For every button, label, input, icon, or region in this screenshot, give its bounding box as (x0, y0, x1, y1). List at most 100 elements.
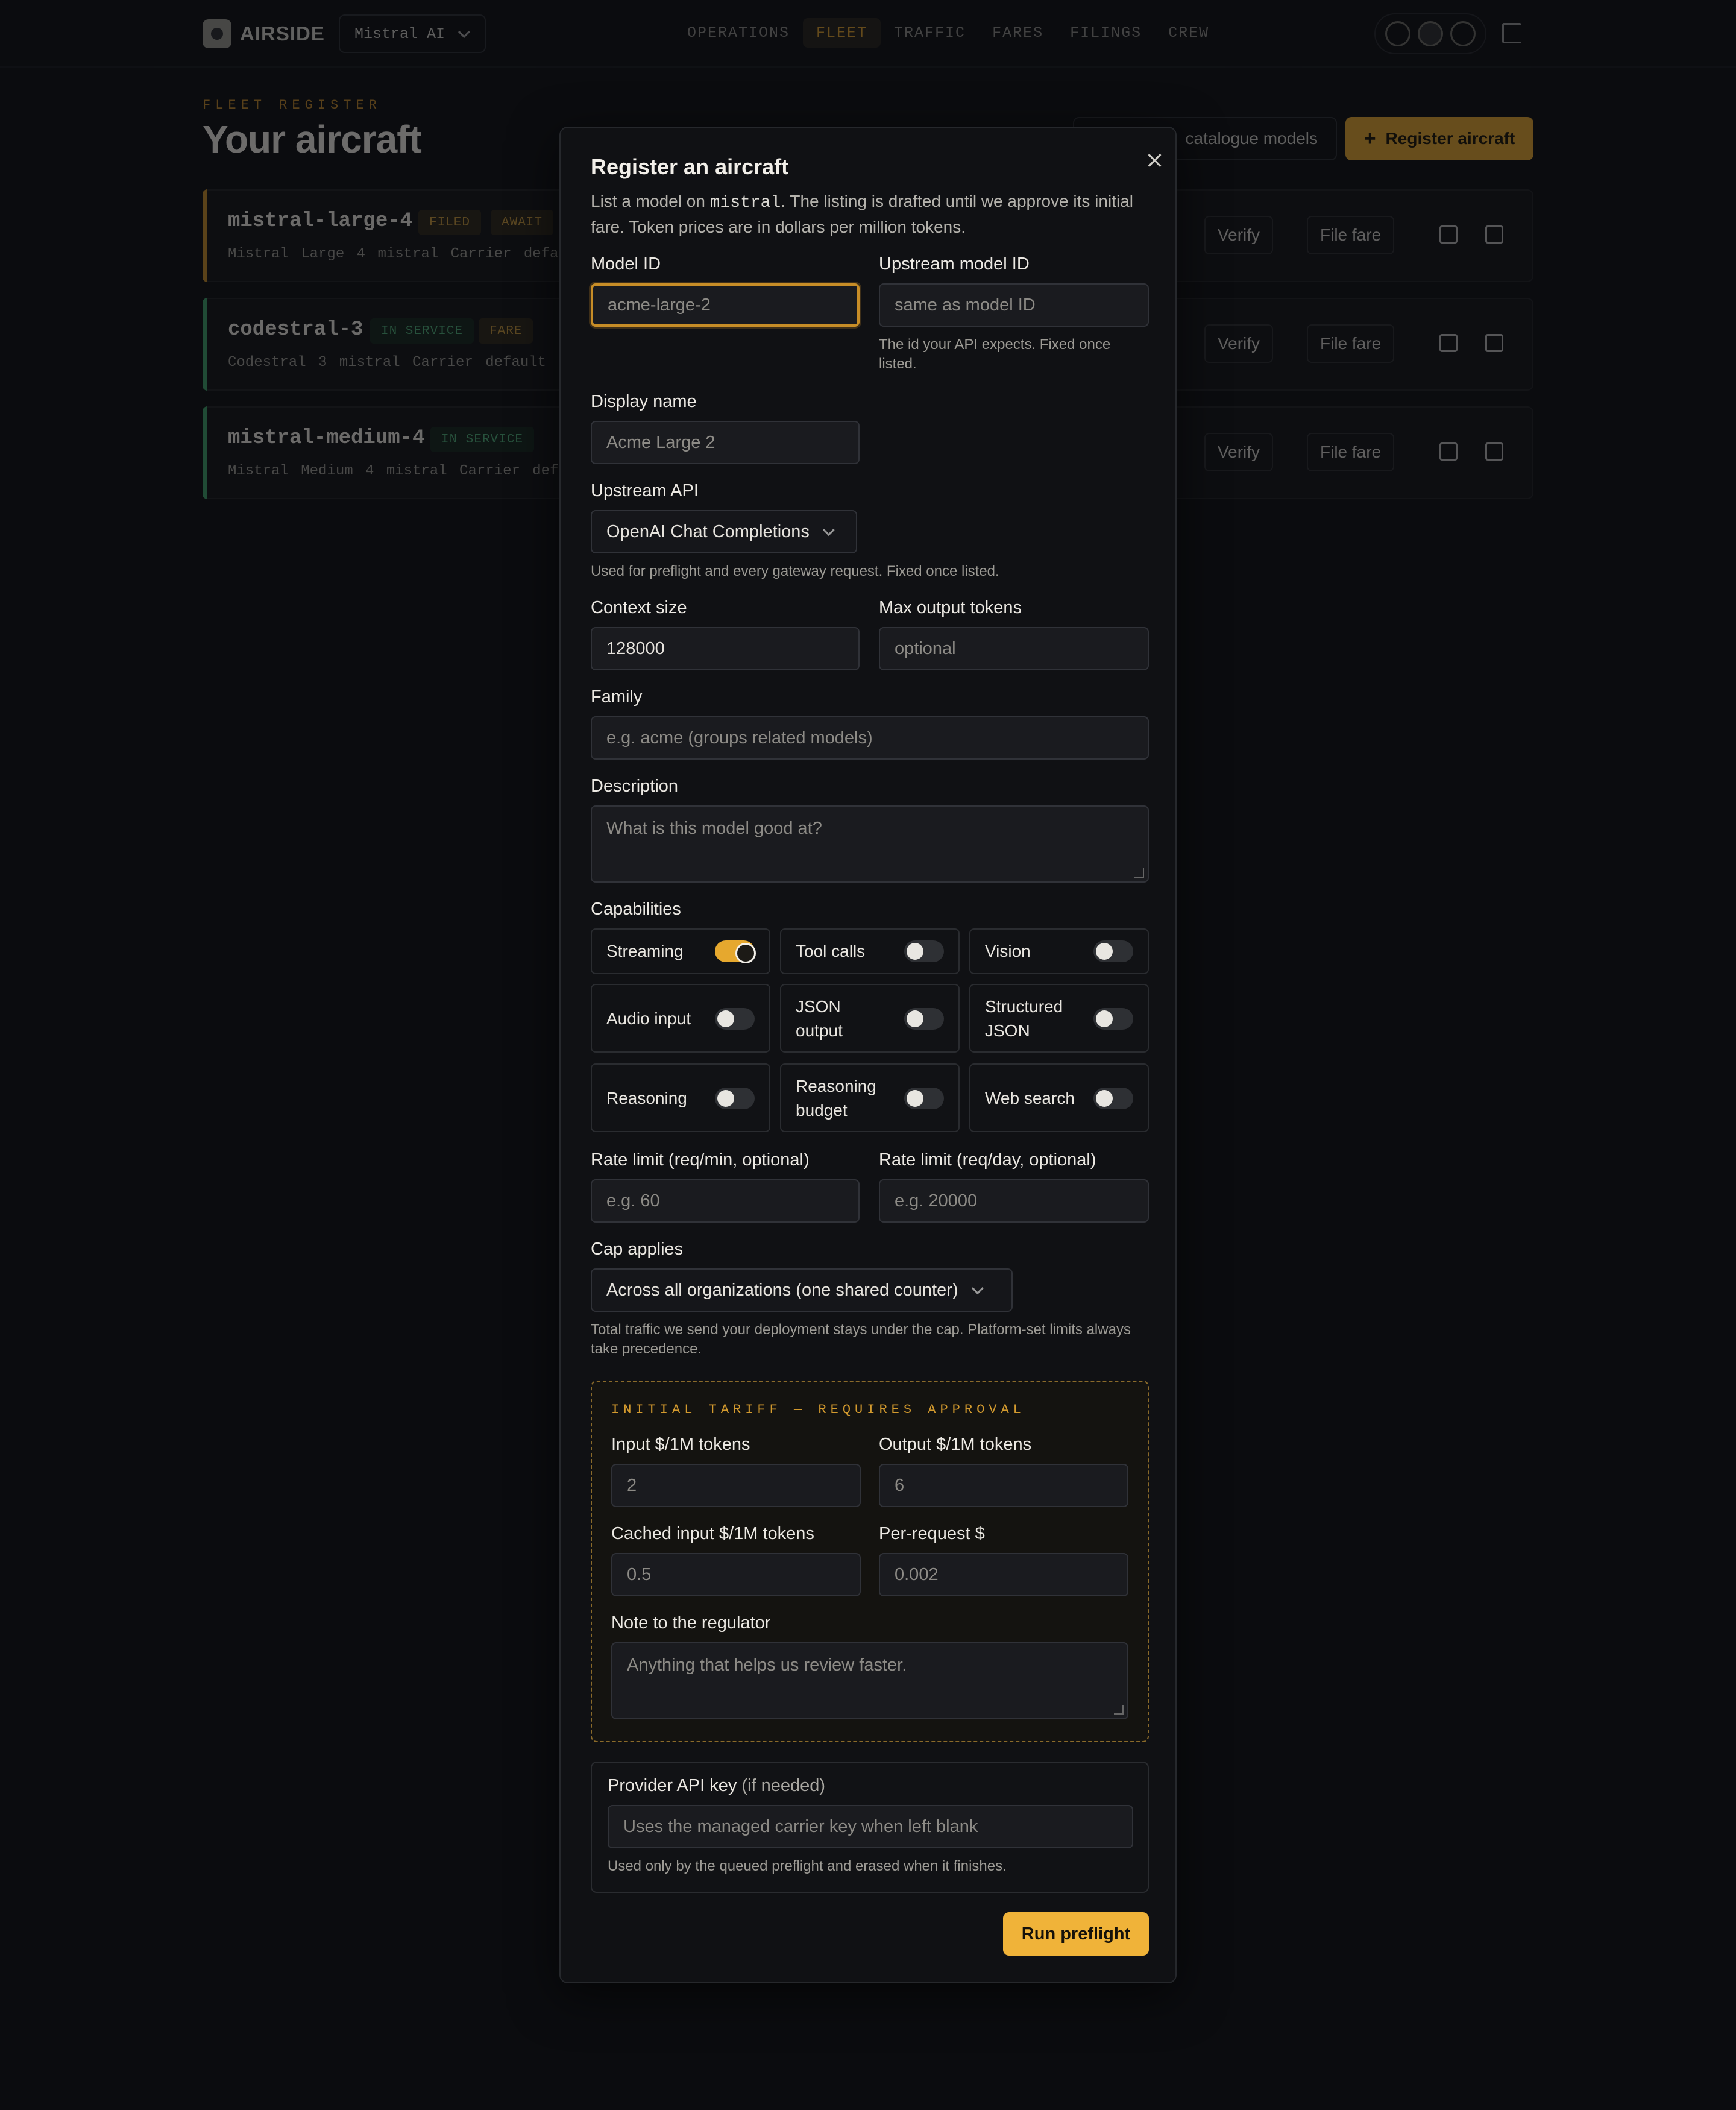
rate-limit-day-label: Rate limit (req/day, optional) (879, 1150, 1096, 1170)
nav-fares[interactable]: FARES (979, 18, 1057, 48)
capability-label: Reasoning (606, 1089, 687, 1107)
app-name: AIRSIDE (240, 22, 325, 45)
max-output-tokens-label: Max output tokens (879, 598, 1022, 617)
capabilities-label: Capabilities (591, 899, 681, 919)
capability-label: Structured JSON (985, 997, 1063, 1040)
model-id-label: Model ID (591, 254, 661, 274)
rate-limit-min-input[interactable]: e.g. 60 (591, 1179, 860, 1223)
input-price-label: Input $/1M tokens (611, 1435, 750, 1454)
family-label: Family (591, 687, 643, 707)
capability-structured-json: Structured JSON (969, 984, 1149, 1053)
structured-json-toggle[interactable] (1093, 1008, 1133, 1030)
web-search-toggle[interactable] (1093, 1088, 1133, 1109)
json-output-toggle[interactable] (904, 1008, 944, 1030)
initial-tariff-section: INITIAL TARIFF — REQUIRES APPROVAL Input… (591, 1381, 1149, 1742)
upstream-api-select[interactable]: OpenAI Chat Completions (591, 510, 857, 553)
sun-icon[interactable] (1385, 21, 1410, 46)
status-badge: IN SERVICE (370, 318, 474, 344)
reasoning-toggle[interactable] (715, 1088, 755, 1109)
logo-icon (203, 19, 231, 48)
display-name-label: Display name (591, 392, 697, 411)
provider-api-key-section: Provider API key (if needed) Uses the man… (591, 1762, 1149, 1893)
logout-icon[interactable] (1502, 23, 1521, 43)
chevron-down-icon (971, 1282, 984, 1295)
logo[interactable]: AIRSIDE (203, 19, 325, 48)
cap-applies-select[interactable]: Across all organizations (one shared cou… (591, 1268, 1013, 1312)
capability-web-search: Web search (969, 1063, 1149, 1132)
tool-calls-toggle[interactable] (904, 940, 944, 962)
capability-label: Streaming (606, 942, 684, 960)
capability-audio-input: Audio input (591, 984, 770, 1053)
description-textarea[interactable]: What is this model good at? (591, 805, 1149, 883)
per-request-price-input[interactable]: 0.002 (879, 1553, 1128, 1596)
cached-input-price-input[interactable]: 0.5 (611, 1553, 861, 1596)
provider-api-key-input[interactable]: Uses the managed carrier key when left b… (608, 1805, 1133, 1848)
pencil-icon[interactable] (1439, 334, 1458, 352)
trash-icon[interactable] (1485, 225, 1503, 244)
per-request-price-label: Per-request $ (879, 1524, 985, 1543)
trash-icon[interactable] (1485, 334, 1503, 352)
display-name-input[interactable]: Acme Large 2 (591, 421, 860, 464)
cap-applies-help: Total traffic we send your deployment st… (591, 1321, 1131, 1357)
capability-tool-calls: Tool calls (780, 928, 960, 974)
aircraft-name: mistral-large-4 (228, 210, 413, 233)
streaming-toggle[interactable] (715, 940, 756, 963)
context-size-label: Context size (591, 598, 687, 617)
tariff-eyebrow: INITIAL TARIFF — REQUIRES APPROVAL (611, 1402, 1025, 1417)
theme-switcher (1374, 13, 1486, 54)
capability-label: Audio input (606, 1009, 691, 1028)
verify-button[interactable]: Verify (1204, 433, 1274, 471)
moon-icon[interactable] (1418, 21, 1443, 46)
context-size-input[interactable]: 128000 (591, 627, 860, 670)
family-input[interactable]: e.g. acme (groups related models) (591, 716, 1149, 760)
status-badge: IN SERVICE (430, 427, 535, 452)
plus-icon: + (1363, 127, 1376, 150)
register-aircraft-button[interactable]: + Register aircraft (1345, 117, 1533, 160)
nav-traffic[interactable]: TRAFFIC (881, 18, 979, 48)
close-icon[interactable] (1144, 150, 1166, 171)
nav-filings[interactable]: FILINGS (1057, 18, 1155, 48)
cached-input-price-label: Cached input $/1M tokens (611, 1524, 814, 1543)
upstream-model-id-input[interactable]: same as model ID (879, 283, 1149, 327)
description-label: Description (591, 776, 679, 796)
verify-button[interactable]: Verify (1204, 216, 1274, 254)
model-id-input[interactable]: acme-large-2 (591, 283, 860, 327)
aircraft-name: codestral-3 (228, 318, 363, 341)
capability-label: Reasoning budget (796, 1077, 876, 1120)
vision-toggle[interactable] (1093, 940, 1133, 962)
monitor-icon[interactable] (1450, 21, 1476, 46)
status-bar (203, 189, 207, 282)
regulator-note-textarea[interactable]: Anything that helps us review faster. (611, 1642, 1128, 1719)
upstream-api-help: Used for preflight and every gateway req… (591, 563, 999, 579)
pencil-icon[interactable] (1439, 442, 1458, 461)
capability-label: JSON output (796, 997, 843, 1040)
file-fare-button[interactable]: File fare (1307, 216, 1395, 254)
output-price-input[interactable]: 6 (879, 1464, 1128, 1507)
chevron-down-icon (822, 524, 835, 537)
input-price-input[interactable]: 2 (611, 1464, 861, 1507)
nav-fleet[interactable]: FLEET (803, 18, 881, 48)
pencil-icon[interactable] (1439, 225, 1458, 244)
reasoning-budget-toggle[interactable] (904, 1088, 944, 1109)
status-badge: FILED (418, 210, 482, 235)
file-fare-button[interactable]: File fare (1307, 433, 1395, 471)
cap-applies-value: Across all organizations (one shared cou… (606, 1280, 958, 1300)
org-switcher[interactable]: Mistral AI (339, 14, 486, 53)
verify-button[interactable]: Verify (1204, 324, 1274, 363)
nav-operations[interactable]: OPERATIONS (674, 18, 803, 48)
api-key-label-muted: (if needed) (741, 1776, 826, 1795)
capability-json-output: JSON output (780, 984, 960, 1053)
dialog-title: Register an aircraft (591, 154, 789, 179)
audio-input-toggle[interactable] (715, 1008, 755, 1030)
subtitle-code: mistral (709, 194, 781, 212)
aircraft-meta: Codestral 3 mistral Carrier default 2 (228, 354, 567, 371)
run-preflight-button[interactable]: Run preflight (1003, 1912, 1149, 1956)
rate-limit-day-input[interactable]: e.g. 20000 (879, 1179, 1149, 1223)
status-badge: AWAIT (491, 210, 554, 235)
upstream-api-value: OpenAI Chat Completions (606, 521, 810, 541)
max-output-tokens-input[interactable]: optional (879, 627, 1149, 670)
file-fare-button[interactable]: File fare (1307, 324, 1395, 363)
capability-label: Web search (985, 1089, 1075, 1107)
trash-icon[interactable] (1485, 442, 1503, 461)
nav-crew[interactable]: CREW (1155, 18, 1222, 48)
